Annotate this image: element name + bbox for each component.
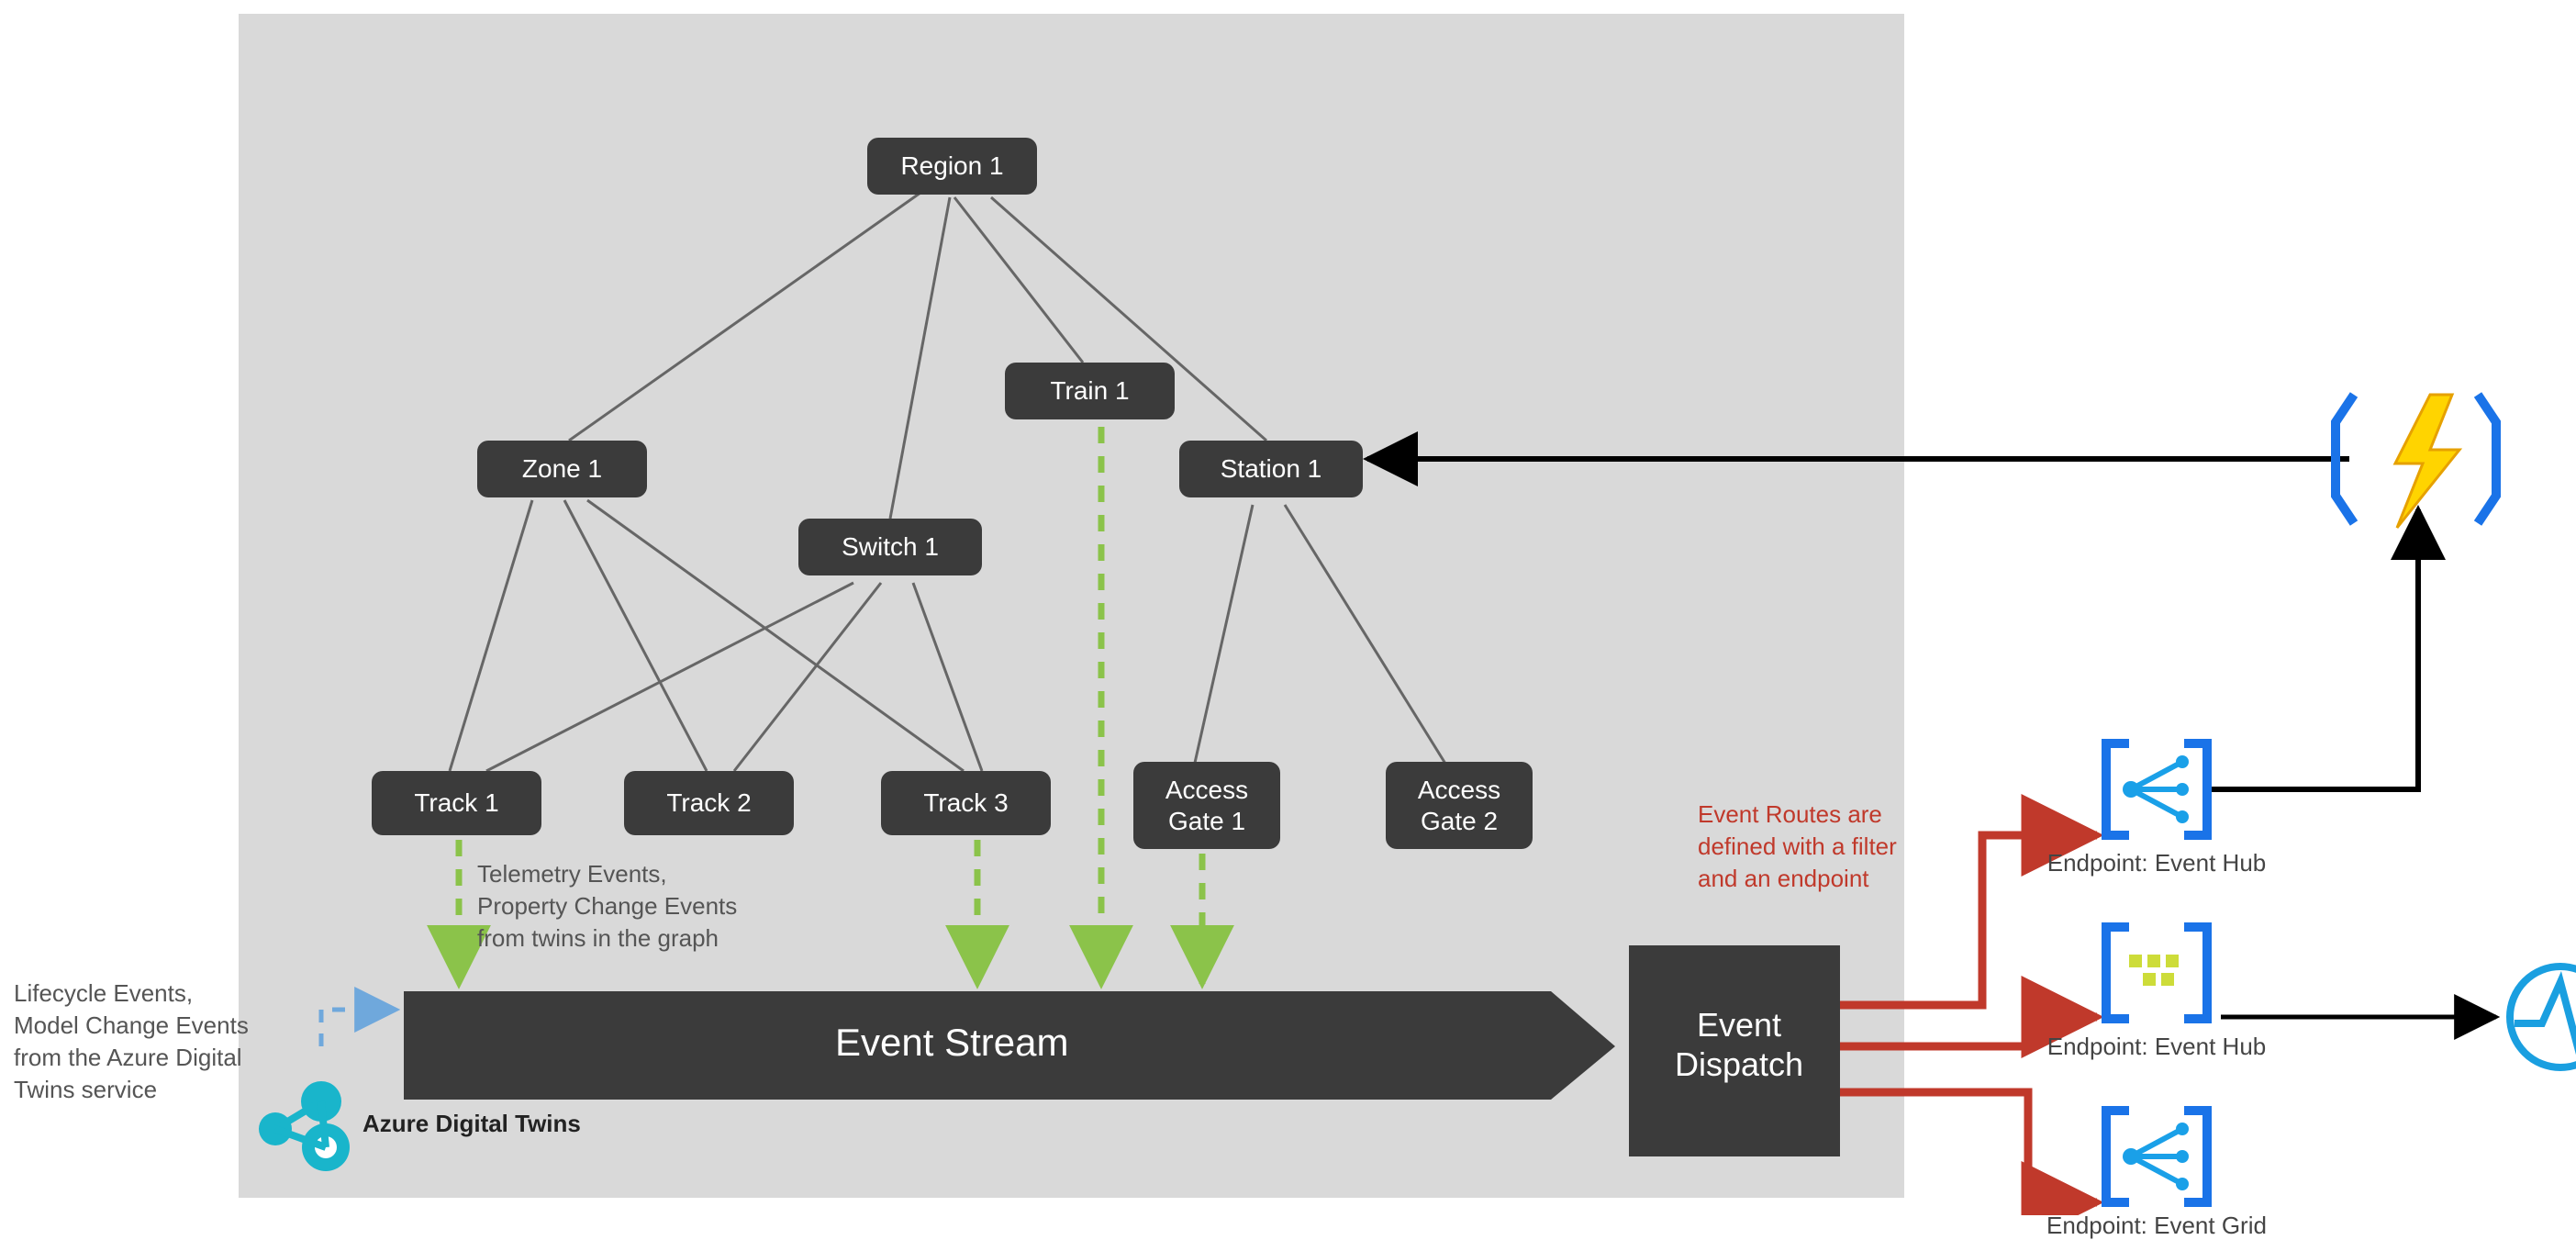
node-train-1: Train 1 xyxy=(1005,363,1175,419)
endpoint-event-grid-icon xyxy=(2102,1106,2212,1207)
endpoint-event-grid-label: Endpoint: Event Grid xyxy=(2042,1212,2271,1240)
node-region-1: Region 1 xyxy=(867,138,1037,195)
node-station-1: Station 1 xyxy=(1179,441,1363,497)
event-dispatch-label: Event Dispatch xyxy=(1670,1005,1808,1084)
endpoint-event-hub-1-label: Endpoint: Event Hub xyxy=(2042,849,2271,877)
tsi-icon xyxy=(2510,966,2576,1067)
node-zone-1: Zone 1 xyxy=(477,441,647,497)
telemetry-note: Telemetry Events, Property Change Events… xyxy=(477,858,737,955)
node-access-gate-1: Access Gate 1 xyxy=(1133,762,1280,849)
node-track-3: Track 3 xyxy=(881,771,1051,835)
node-access-gate-2: Access Gate 2 xyxy=(1386,762,1533,849)
event-stream-label: Event Stream xyxy=(835,1021,1068,1065)
node-track-2: Track 2 xyxy=(624,771,794,835)
azure-functions-icon xyxy=(2336,395,2496,528)
endpoint-event-hub-icon-2 xyxy=(2102,922,2212,1023)
node-switch-1: Switch 1 xyxy=(798,519,982,575)
route-note: Event Routes are defined with a filter a… xyxy=(1698,799,1897,895)
lifecycle-note: Lifecycle Events, Model Change Events fr… xyxy=(14,977,249,1106)
node-track-1: Track 1 xyxy=(372,771,541,835)
endpoint-event-hub-icon-1 xyxy=(2102,739,2212,840)
adt-label: Azure Digital Twins xyxy=(362,1108,581,1140)
endpoint-event-hub-2-label: Endpoint: Event Hub xyxy=(2042,1033,2271,1061)
